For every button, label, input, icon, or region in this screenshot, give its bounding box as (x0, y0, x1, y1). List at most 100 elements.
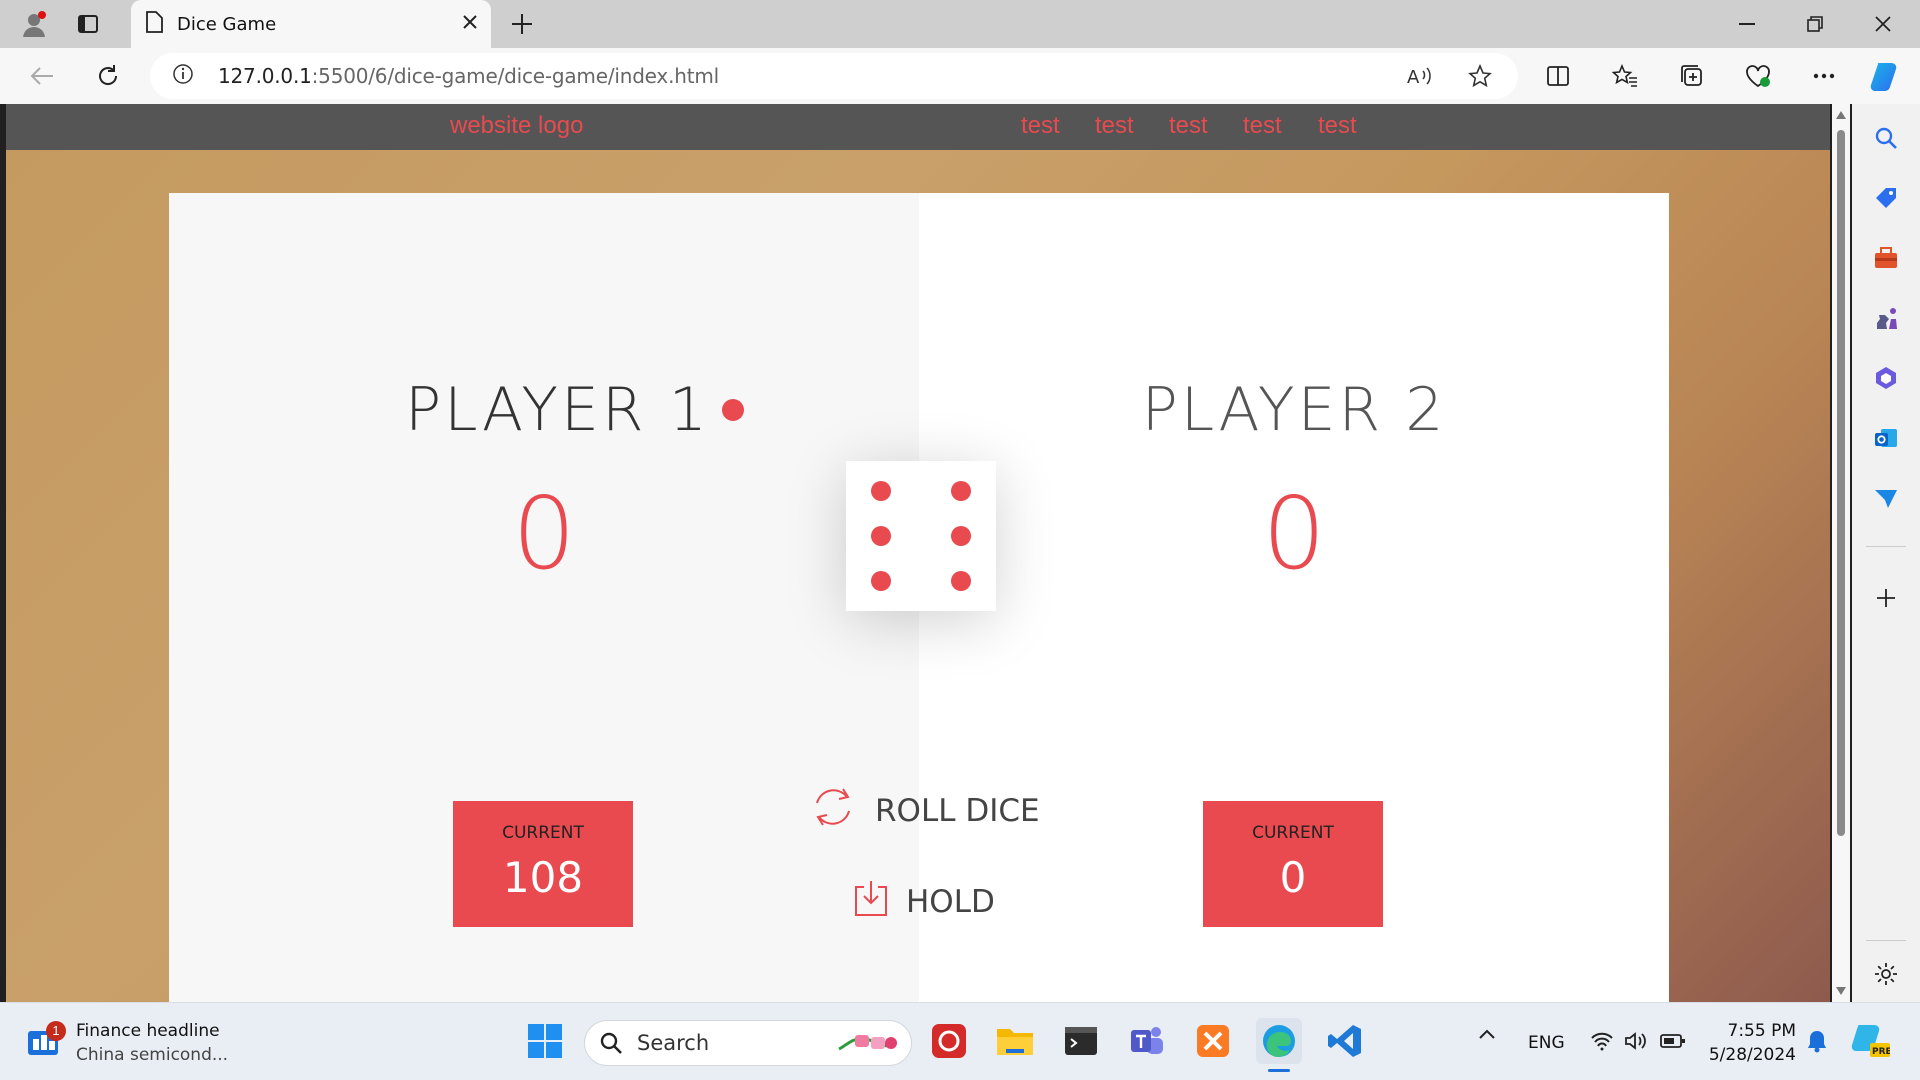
player1-current-label: CURRENT (502, 823, 584, 843)
minimize-icon[interactable] (1714, 0, 1780, 48)
nav-link-test-1[interactable]: test (1021, 112, 1060, 140)
vscode-icon[interactable] (1322, 1018, 1368, 1064)
hold-button[interactable]: HOLD (854, 879, 995, 925)
file-explorer-icon[interactable] (992, 1018, 1038, 1064)
close-window-icon[interactable] (1850, 0, 1916, 48)
notification-bell-icon[interactable] (1806, 1029, 1828, 1058)
microsoft-365-icon[interactable] (1866, 358, 1906, 398)
hold-label: HOLD (906, 884, 995, 920)
close-tab-icon[interactable] (463, 14, 477, 34)
volume-icon[interactable] (1624, 1031, 1648, 1056)
tab-title: Dice Game (177, 13, 277, 35)
roll-dice-label: ROLL DICE (875, 793, 1040, 829)
restore-icon[interactable] (1782, 0, 1848, 48)
battery-icon[interactable] (1660, 1033, 1686, 1054)
teams-icon[interactable] (1124, 1018, 1170, 1064)
clock-date[interactable]: 5/28/2024 (1700, 1045, 1796, 1065)
dice-pip (951, 571, 971, 591)
site-info-icon[interactable] (172, 63, 194, 90)
tools-icon[interactable] (1866, 238, 1906, 278)
scrollbar-thumb[interactable] (1837, 130, 1845, 836)
player2-current-value: 0 (1279, 853, 1307, 902)
browser-essentials-icon[interactable] (1738, 58, 1778, 94)
scroll-down-icon[interactable] (1835, 986, 1847, 996)
app-icon-red-shutter[interactable] (926, 1018, 972, 1064)
player2-current-label: CURRENT (1252, 823, 1334, 843)
nav-link-test-3[interactable]: test (1169, 112, 1208, 140)
games-icon[interactable] (1866, 298, 1906, 338)
edge-sidebar (1852, 104, 1920, 1002)
copilot-pre-icon[interactable]: PRE (1850, 1021, 1892, 1064)
url-text[interactable]: 127.0.0.1:5500/6/dice-game/dice-game/ind… (218, 64, 719, 88)
active-app-indicator (1268, 1069, 1290, 1072)
dice-pip (951, 481, 971, 501)
refresh-icon (809, 785, 857, 837)
dice-pip (871, 571, 891, 591)
nav-link-test-5[interactable]: test (1318, 112, 1357, 140)
nav-link-test-4[interactable]: test (1243, 112, 1282, 140)
page-icon (145, 10, 163, 38)
player2-score: 0 (1262, 475, 1326, 592)
show-hidden-icons-chevron[interactable] (1478, 1027, 1496, 1045)
dice-pip (871, 481, 891, 501)
sidebar-divider (1866, 940, 1906, 941)
terminal-icon[interactable] (1058, 1018, 1104, 1064)
edge-browser-icon[interactable] (1256, 1018, 1302, 1064)
dice-pip (871, 526, 891, 546)
copilot-icon[interactable] (1866, 58, 1906, 94)
player2-current-box: CURRENT 0 (1203, 801, 1383, 927)
player1-current-value: 108 (502, 853, 584, 902)
url-host: 127.0.0.1 (218, 64, 312, 88)
news-widget-icon[interactable]: 1 (26, 1021, 66, 1059)
add-sidebar-app-icon[interactable] (1866, 578, 1906, 618)
vertical-scrollbar[interactable] (1832, 104, 1850, 1002)
tab-actions-icon[interactable] (66, 4, 110, 44)
news-headline[interactable]: Finance headline (76, 1021, 220, 1041)
new-tab-icon[interactable] (500, 4, 544, 44)
player2-panel: PLAYER 2 0 CURRENT 0 (919, 193, 1669, 1002)
news-subtitle[interactable]: China semicond... (76, 1045, 228, 1065)
dice-six (846, 461, 996, 611)
roll-dice-button[interactable]: ROLL DICE (809, 785, 1040, 837)
search-icon[interactable] (1866, 118, 1906, 158)
dice-pip (951, 526, 971, 546)
search-highlight-icon (838, 1035, 897, 1051)
player1-name: PLAYER 1 (405, 375, 710, 445)
language-indicator[interactable]: ENG (1528, 1033, 1565, 1053)
xampp-icon[interactable] (1190, 1018, 1236, 1064)
outlook-icon[interactable] (1866, 418, 1906, 458)
read-aloud-icon[interactable]: A (1400, 58, 1440, 94)
refresh-icon[interactable] (88, 58, 128, 94)
scroll-up-icon[interactable] (1835, 110, 1847, 120)
website-logo[interactable]: website logo (450, 112, 583, 140)
nav-link-test-2[interactable]: test (1095, 112, 1134, 140)
windows-taskbar: 1 Finance headline China semicond... Sea… (0, 1002, 1920, 1080)
favorites-icon[interactable] (1605, 58, 1645, 94)
page-viewport: website logo test test test test test PL… (6, 104, 1830, 1002)
taskbar-search[interactable]: Search (584, 1020, 912, 1066)
more-menu-icon[interactable] (1804, 58, 1844, 94)
sidebar-divider (1866, 546, 1906, 547)
player1-score: 0 (512, 475, 576, 592)
settings-gear-icon[interactable] (1866, 954, 1906, 994)
back-icon[interactable] (22, 58, 62, 94)
favorite-star-icon[interactable] (1460, 58, 1500, 94)
windows-start-icon[interactable] (522, 1018, 568, 1064)
address-bar[interactable]: 127.0.0.1:5500/6/dice-game/dice-game/ind… (150, 53, 1518, 99)
svg-text:PRE: PRE (1872, 1047, 1890, 1057)
player2-name: PLAYER 2 (1141, 375, 1447, 445)
drop-send-icon[interactable] (1866, 478, 1906, 518)
news-badge: 1 (46, 1021, 66, 1041)
player1-current-box: CURRENT 108 (453, 801, 633, 927)
wifi-icon[interactable] (1590, 1031, 1614, 1056)
split-screen-icon[interactable] (1538, 58, 1578, 94)
clock-time[interactable]: 7:55 PM (1700, 1021, 1797, 1041)
collections-icon[interactable] (1672, 58, 1712, 94)
profile-icon[interactable] (12, 4, 56, 44)
active-player-indicator (722, 399, 744, 421)
search-icon (600, 1032, 622, 1054)
download-tray-icon (854, 879, 888, 925)
browser-tab[interactable]: Dice Game (131, 0, 491, 48)
site-header: website logo test test test test test (6, 104, 1830, 150)
shopping-tag-icon[interactable] (1866, 178, 1906, 218)
